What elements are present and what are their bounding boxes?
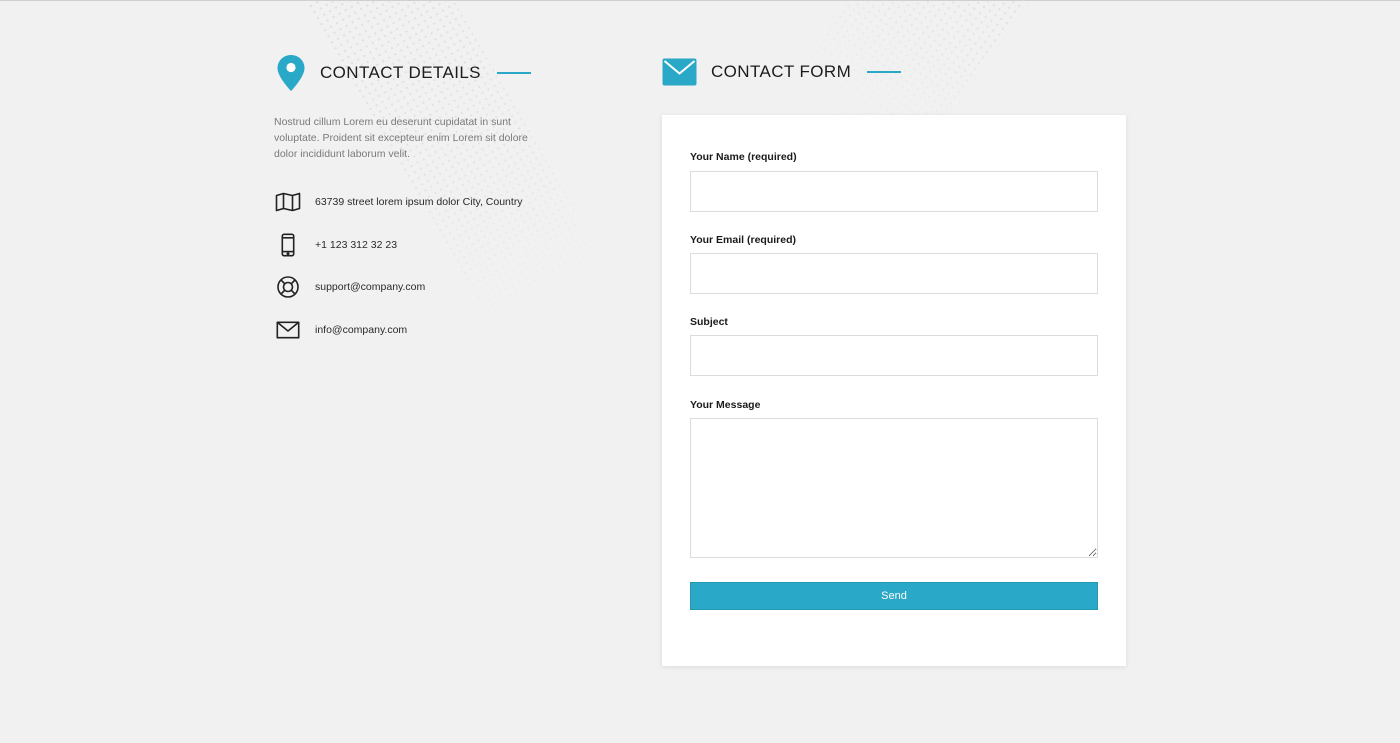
contact-details-title: CONTACT DETAILS <box>320 63 481 82</box>
contact-address-item: 63739 street lorem ipsum dolor City, Cou… <box>274 190 523 214</box>
contact-intro-text: Nostrud cillum Lorem eu deserunt cupidat… <box>274 116 528 160</box>
contact-support-item: support@company.com <box>274 275 523 299</box>
message-label: Your Message <box>690 399 761 411</box>
contact-form: Your Name (required) Your Email (require… <box>662 115 1126 666</box>
email-input[interactable] <box>690 253 1098 294</box>
map-pin-icon <box>276 54 306 92</box>
contact-form-title: CONTACT FORM <box>711 62 852 81</box>
send-button[interactable]: Send <box>690 582 1098 610</box>
contact-address-text: 63739 street lorem ipsum dolor City, Cou… <box>315 196 523 208</box>
contact-info-item: info@company.com <box>274 318 523 342</box>
subject-label: Subject <box>690 316 728 328</box>
contact-phone-item: +1 123 312 32 23 <box>274 232 523 257</box>
heading-accent-line <box>496 72 531 74</box>
lifebuoy-icon <box>274 275 302 299</box>
map-icon <box>274 192 302 212</box>
heading-accent-line <box>867 71 902 73</box>
subject-input[interactable] <box>690 335 1098 376</box>
envelope-icon <box>662 58 697 86</box>
contact-form-heading: CONTACT FORM <box>662 58 902 86</box>
message-textarea[interactable] <box>690 418 1098 558</box>
name-label: Your Name (required) <box>690 151 797 163</box>
contact-support-email: support@company.com <box>315 281 426 293</box>
mobile-phone-icon <box>274 232 302 257</box>
contact-info-list: 63739 street lorem ipsum dolor City, Cou… <box>274 190 523 360</box>
contact-info-email: info@company.com <box>315 323 408 336</box>
name-input[interactable] <box>690 171 1098 212</box>
contact-details-heading: CONTACT DETAILS <box>276 54 531 92</box>
top-divider <box>0 0 1400 1</box>
email-label: Your Email (required) <box>690 234 796 246</box>
contact-phone-text: +1 123 312 32 23 <box>315 238 398 251</box>
contact-page: CONTACT DETAILS Nostrud cillum Lorem eu … <box>0 0 1400 743</box>
envelope-icon <box>274 320 302 339</box>
